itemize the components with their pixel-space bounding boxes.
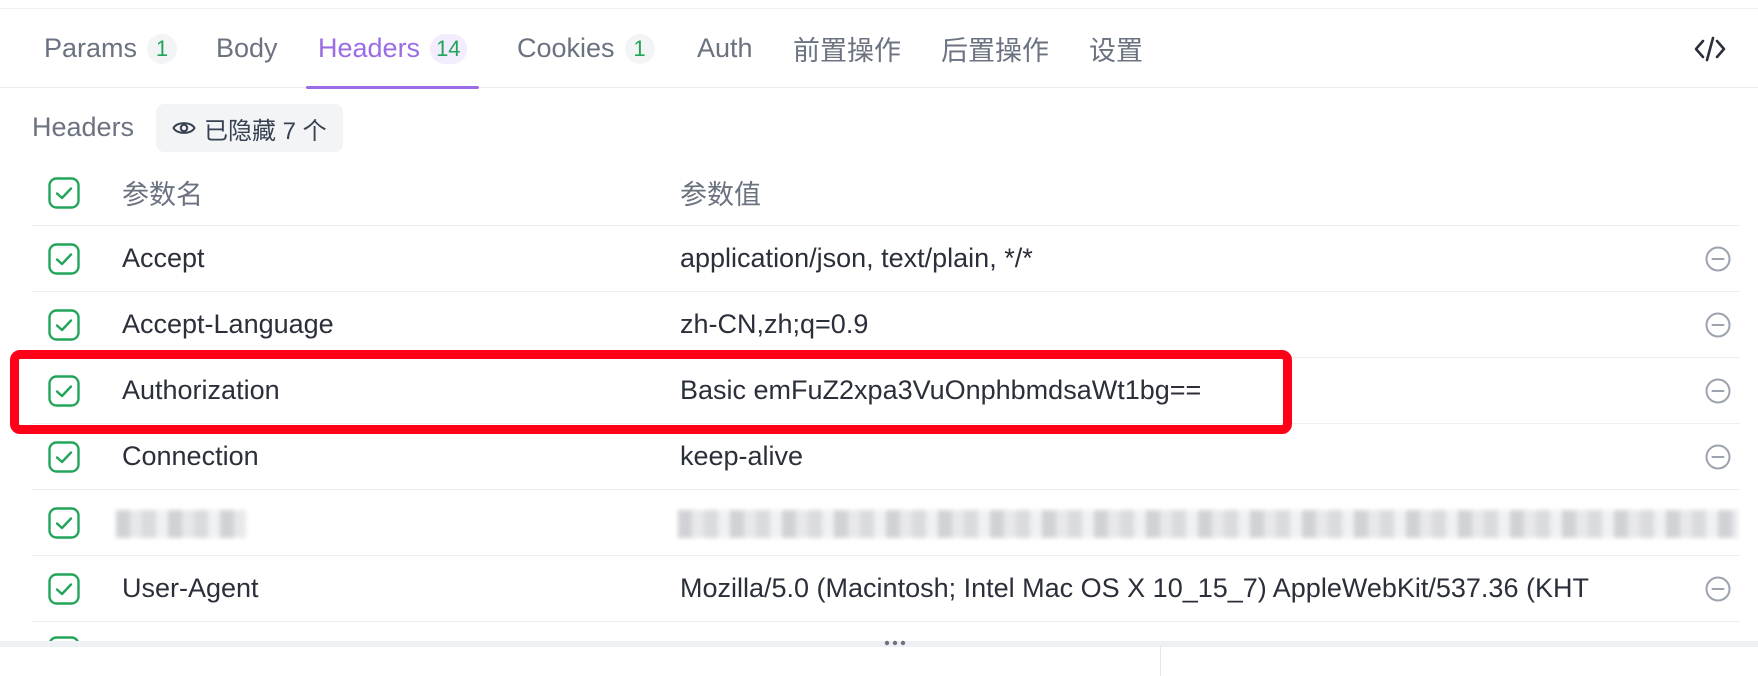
checkbox-checked-icon[interactable]	[48, 506, 80, 539]
header-name[interactable]: User-Agent	[122, 573, 259, 604]
remove-circle-icon[interactable]	[1704, 377, 1732, 405]
hidden-count-label: 已隐藏 7 个	[204, 117, 327, 145]
redacted-header-value	[678, 510, 1738, 538]
checkbox-checked-icon[interactable]	[48, 242, 80, 275]
header-value[interactable]: zh-CN,zh;q=0.9	[680, 309, 868, 340]
column-header-value: 参数值	[680, 180, 761, 210]
headers-editor: Params 1 Body Headers 14 Cookies 1 Auth …	[0, 0, 1758, 676]
tab-label: Body	[216, 33, 278, 63]
header-name[interactable]: Authorization	[122, 375, 280, 406]
select-all-checkbox-icon[interactable]	[48, 176, 80, 209]
checkbox-checked-icon[interactable]	[48, 572, 80, 605]
table-header-row: 参数名 参数值	[32, 160, 1740, 226]
table-row-redacted	[32, 490, 1740, 556]
code-icon	[1694, 36, 1726, 62]
headers-table: 参数名 参数值 Accept application/json, text/pl…	[32, 160, 1740, 622]
header-name[interactable]: Connection	[122, 441, 259, 472]
remove-circle-icon[interactable]	[1704, 311, 1732, 339]
tab-pre-operations[interactable]: 前置操作	[793, 9, 901, 88]
header-value[interactable]: Basic emFuZ2xpa3VuOnphbmdsaWt1bg==	[680, 375, 1201, 406]
generate-code-button[interactable]	[1692, 33, 1728, 65]
checkbox-checked-icon[interactable]	[48, 374, 80, 407]
tab-label: Params	[44, 33, 138, 63]
tab-post-operations[interactable]: 后置操作	[941, 9, 1049, 88]
header-name[interactable]: Accept	[122, 243, 205, 274]
panel-resize-handle[interactable]	[880, 636, 910, 650]
tab-label: Cookies	[517, 33, 615, 63]
remove-circle-icon[interactable]	[1704, 443, 1732, 471]
tab-headers[interactable]: Headers 14	[306, 9, 479, 89]
checkbox-checked-icon[interactable]	[48, 308, 80, 341]
column-header-name: 参数名	[122, 180, 203, 210]
bottom-divider	[1160, 646, 1161, 676]
table-row: Accept application/json, text/plain, */*	[32, 226, 1740, 292]
header-value[interactable]: Mozilla/5.0 (Macintosh; Intel Mac OS X 1…	[680, 573, 1589, 604]
tab-label: 后置操作	[941, 36, 1049, 66]
tab-label: Headers	[318, 33, 421, 63]
tab-params[interactable]: Params 1	[44, 9, 178, 88]
table-row-authorization: Authorization Basic emFuZ2xpa3VuOnphbmds…	[32, 358, 1740, 424]
tab-settings[interactable]: 设置	[1089, 9, 1143, 88]
bottom-panel-bar	[0, 641, 1758, 676]
table-row: Connection keep-alive	[32, 424, 1740, 490]
tab-cookies[interactable]: Cookies 1	[517, 9, 655, 88]
tab-label: Auth	[697, 33, 753, 63]
tab-count-badge: 14	[430, 33, 467, 64]
tab-count-badge: 1	[147, 33, 178, 64]
header-value[interactable]: application/json, text/plain, */*	[680, 243, 1033, 274]
remove-circle-icon[interactable]	[1704, 245, 1732, 273]
request-tab-bar: Params 1 Body Headers 14 Cookies 1 Auth …	[0, 8, 1758, 89]
checkbox-checked-icon[interactable]	[48, 440, 80, 473]
tab-auth[interactable]: Auth	[697, 9, 753, 88]
tab-label: 前置操作	[793, 36, 901, 66]
drag-handle-icon	[884, 640, 906, 646]
tab-count-badge: 1	[624, 33, 655, 64]
eye-icon	[172, 122, 196, 134]
table-row: Accept-Language zh-CN,zh;q=0.9	[32, 292, 1740, 358]
redacted-header-name	[116, 510, 246, 538]
header-name[interactable]: Accept-Language	[122, 309, 334, 340]
show-hidden-headers-button[interactable]: 已隐藏 7 个	[156, 104, 343, 152]
header-value[interactable]: keep-alive	[680, 441, 803, 472]
tab-label: 设置	[1089, 36, 1143, 66]
section-title: Headers	[32, 112, 135, 142]
remove-circle-icon[interactable]	[1704, 575, 1732, 603]
tab-body[interactable]: Body	[216, 9, 278, 88]
table-row: User-Agent Mozilla/5.0 (Macintosh; Intel…	[32, 556, 1740, 622]
